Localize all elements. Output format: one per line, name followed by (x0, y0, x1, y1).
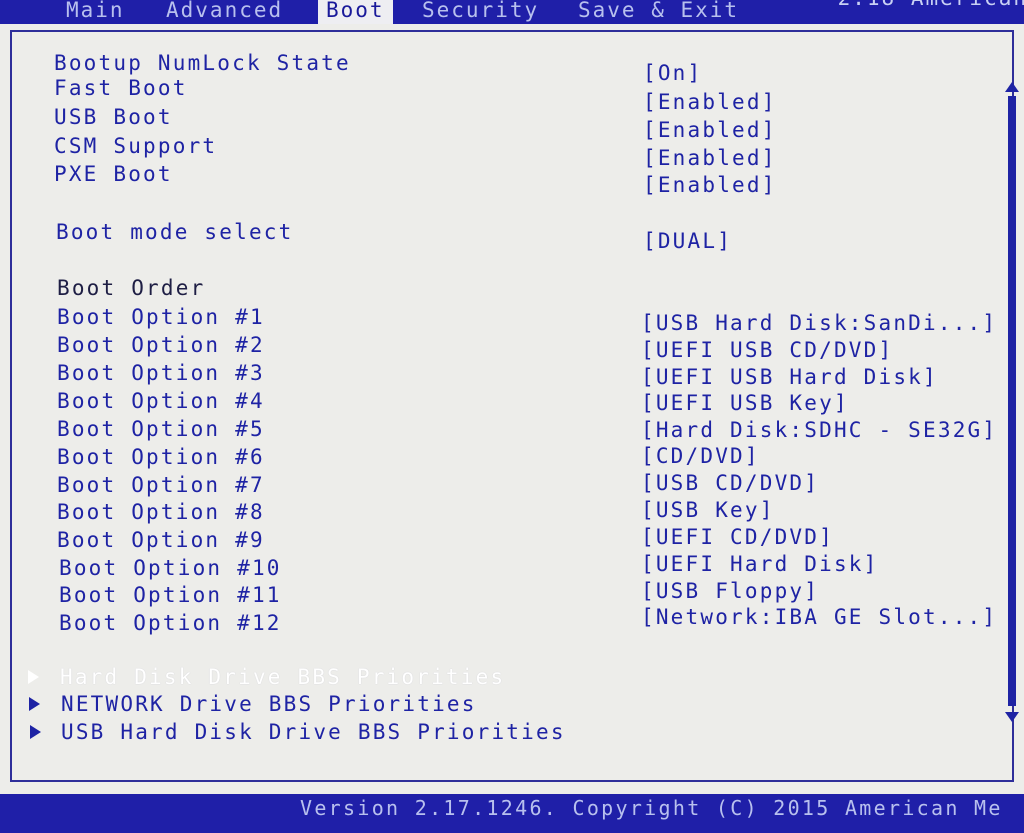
scrollbar[interactable] (1005, 82, 1019, 722)
usb-boot-value[interactable]: [Enabled] (643, 117, 777, 143)
boot-option-3-label[interactable]: Boot Option #3 (57, 360, 265, 386)
scrollbar-thumb[interactable] (1008, 96, 1016, 706)
boot-option-9-value[interactable]: [UEFI CD/DVD] (641, 524, 834, 550)
fast-boot-label[interactable]: Fast Boot (54, 75, 188, 101)
boot-option-6-value[interactable]: [CD/DVD] (641, 443, 760, 469)
boot-option-10-value[interactable]: [UEFI Hard Disk] (641, 551, 879, 577)
boot-option-4-value[interactable]: [UEFI USB Key] (641, 390, 849, 416)
boot-option-5-value[interactable]: [Hard Disk:SDHC - SE32G] (641, 417, 997, 443)
boot-option-11-value[interactable]: [USB Floppy] (641, 578, 819, 604)
boot-option-10-label[interactable]: Boot Option #10 (59, 555, 282, 581)
submenu-hdd-bbs-priorities[interactable]: Hard Disk Drive BBS Priorities (60, 664, 505, 690)
boot-option-2-label[interactable]: Boot Option #2 (57, 332, 265, 358)
fast-boot-value[interactable]: [Enabled] (643, 89, 777, 115)
boot-option-8-label[interactable]: Boot Option #8 (57, 499, 265, 525)
boot-option-7-value[interactable]: [USB CD/DVD] (641, 470, 819, 496)
tab-advanced[interactable]: Advanced (158, 0, 291, 26)
boot-option-8-value[interactable]: [USB Key] (641, 497, 775, 523)
submenu-usb-hdd-bbs-priorities[interactable]: USB Hard Disk Drive BBS Priorities (61, 719, 566, 745)
submenu-arrow-icon (30, 725, 41, 739)
submenu-arrow-icon (29, 697, 40, 711)
boot-option-12-value[interactable]: [Network:IBA GE Slot...] (641, 604, 997, 630)
boot-option-12-label[interactable]: Boot Option #12 (59, 610, 282, 636)
pxe-boot-label[interactable]: PXE Boot (54, 161, 173, 187)
boot-option-1-value[interactable]: [USB Hard Disk:SanDi...] (641, 310, 997, 336)
boot-option-6-label[interactable]: Boot Option #6 (57, 444, 265, 470)
boot-option-3-value[interactable]: [UEFI USB Hard Disk] (641, 364, 938, 390)
boot-option-1-label[interactable]: Boot Option #1 (57, 304, 265, 330)
footer-bar: Version 2.17.1246. Copyright (C) 2015 Am… (0, 794, 1024, 833)
scroll-up-arrow-icon[interactable] (1005, 82, 1019, 92)
boot-mode-value[interactable]: [DUAL] (643, 228, 732, 254)
tab-save-exit[interactable]: Save & Exit (570, 0, 747, 26)
boot-option-11-label[interactable]: Boot Option #11 (59, 582, 282, 608)
boot-option-7-label[interactable]: Boot Option #7 (57, 472, 265, 498)
boot-mode-label[interactable]: Boot mode select (56, 219, 294, 245)
pxe-boot-value[interactable]: [Enabled] (643, 172, 777, 198)
top-menu-bar: Main Advanced Boot Security Save & Exit … (0, 0, 1024, 26)
csm-support-label[interactable]: CSM Support (54, 133, 217, 159)
scroll-down-arrow-icon[interactable] (1005, 712, 1019, 722)
tab-boot[interactable]: Boot (318, 0, 393, 24)
tab-main[interactable]: Main (58, 0, 133, 26)
boot-option-2-value[interactable]: [UEFI USB CD/DVD] (641, 337, 893, 363)
tab-security[interactable]: Security (414, 0, 547, 26)
boot-option-9-label[interactable]: Boot Option #9 (57, 527, 265, 553)
boot-option-4-label[interactable]: Boot Option #4 (57, 388, 265, 414)
submenu-network-bbs-priorities[interactable]: NETWORK Drive BBS Priorities (61, 691, 477, 717)
submenu-arrow-icon (28, 670, 39, 684)
boot-order-heading: Boot Order (57, 276, 206, 300)
boot-option-5-label[interactable]: Boot Option #5 (57, 416, 265, 442)
numlock-value[interactable]: [On] (643, 60, 702, 86)
bios-version-header: 2.18 American (838, 0, 1024, 10)
csm-support-value[interactable]: [Enabled] (643, 145, 777, 171)
version-copyright-text: Version 2.17.1246. Copyright (C) 2015 Am… (300, 796, 1003, 820)
numlock-label[interactable]: Bootup NumLock State (54, 50, 351, 76)
usb-boot-label[interactable]: USB Boot (54, 104, 173, 130)
